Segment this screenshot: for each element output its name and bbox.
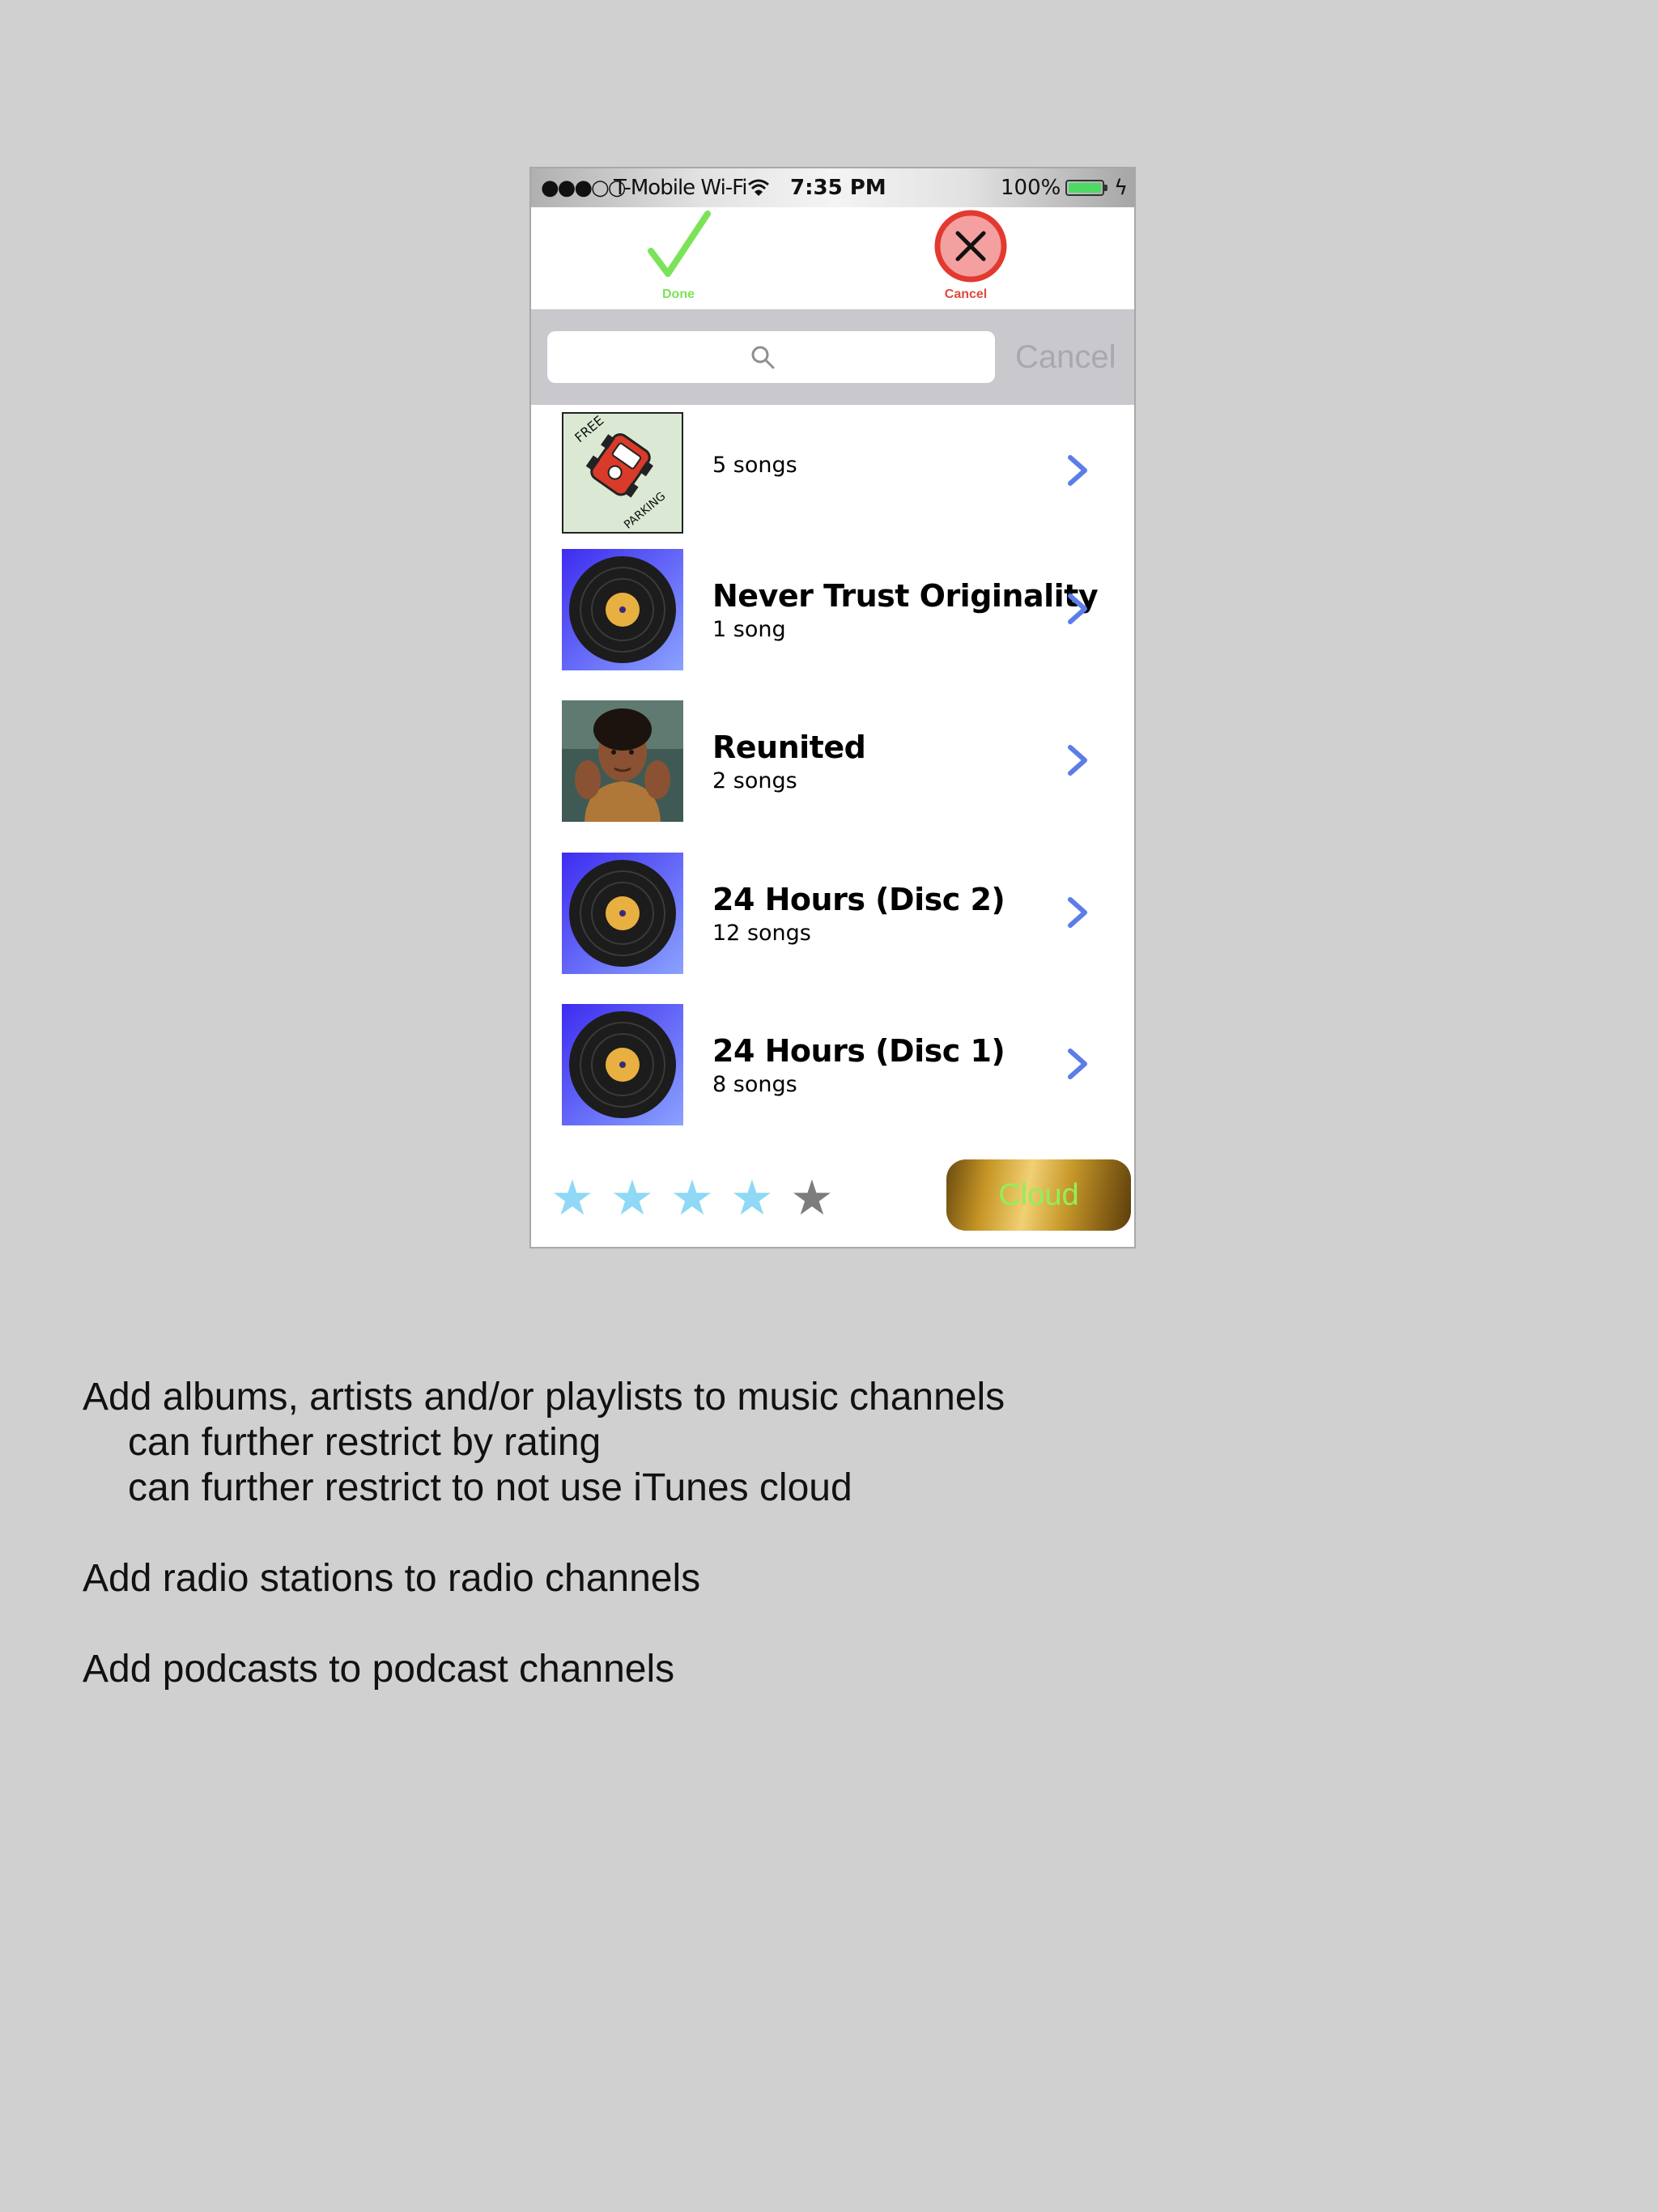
album-song-count: 2 songs xyxy=(712,768,797,793)
rating-star-3[interactable]: ★ xyxy=(670,1174,714,1223)
signal-strength: ●●●○○ xyxy=(541,176,626,200)
vinyl-record-art xyxy=(562,853,683,974)
top-toolbar: Done Cancel xyxy=(531,207,1134,309)
cloud-toggle-button[interactable]: Cloud xyxy=(946,1159,1131,1231)
portrait-photo-art xyxy=(562,700,683,822)
chevron-right-icon xyxy=(1068,455,1087,486)
album-title: 24 Hours (Disc 1) xyxy=(712,1033,1005,1069)
search-bar: Cancel xyxy=(531,309,1134,405)
battery-percent: 100% xyxy=(1001,176,1061,200)
album-song-count: 12 songs xyxy=(712,921,811,946)
free-parking-art: FREE PARKING xyxy=(562,412,683,534)
podcast-channels-note: Add podcasts to podcast channels xyxy=(83,1648,675,1691)
album-song-count: 5 songs xyxy=(712,453,797,478)
phone-screen: ●●●○○ T-Mobile Wi-Fi 7:35 PM 100% ϟ Done… xyxy=(529,167,1136,1249)
chevron-right-icon xyxy=(1068,1049,1087,1079)
search-cancel-button[interactable]: Cancel xyxy=(1015,309,1116,405)
vinyl-record-art xyxy=(562,1004,683,1125)
rating-restriction-note: can further restrict by rating xyxy=(128,1421,602,1464)
chevron-right-icon xyxy=(1068,745,1087,776)
battery-level-fill xyxy=(1069,183,1101,193)
checkmark-icon xyxy=(648,211,711,277)
rating-star-4[interactable]: ★ xyxy=(730,1174,774,1223)
bolt-icon: ϟ xyxy=(1114,176,1129,200)
music-channels-note: Add albums, artists and/or playlists to … xyxy=(83,1376,1005,1419)
album-title: 24 Hours (Disc 2) xyxy=(712,882,1005,917)
done-label: Done xyxy=(662,287,695,301)
search-input[interactable] xyxy=(596,331,988,385)
free-parking-text-top: FREE xyxy=(572,414,606,445)
cancel-label: Cancel xyxy=(944,287,988,301)
album-row-free-parking[interactable]: FREE PARKING 5 songs xyxy=(531,405,1134,549)
wifi-icon xyxy=(748,179,769,196)
done-button[interactable]: Done xyxy=(626,207,731,309)
album-row[interactable]: 24 Hours (Disc 2) 12 songs xyxy=(531,853,1134,1004)
rating-star-2[interactable]: ★ xyxy=(610,1174,654,1223)
carrier-name: T-Mobile Wi-Fi xyxy=(614,176,747,200)
clock: 7:35 PM xyxy=(790,176,886,200)
rating-star-1[interactable]: ★ xyxy=(551,1174,594,1223)
album-title: Never Trust Originality xyxy=(712,578,1099,614)
x-circle-icon xyxy=(934,210,1007,283)
cancel-button[interactable]: Cancel xyxy=(913,207,1018,309)
description-text: Add albums, artists and/or playlists to … xyxy=(83,1375,1005,1692)
album-row[interactable]: Never Trust Originality 1 song xyxy=(531,549,1134,700)
status-bar: ●●●○○ T-Mobile Wi-Fi 7:35 PM 100% ϟ xyxy=(531,168,1134,207)
album-row[interactable]: 24 Hours (Disc 1) 8 songs xyxy=(531,1004,1134,1150)
album-song-count: 8 songs xyxy=(712,1072,797,1097)
bottom-bar: ★ ★ ★ ★ ★ Cloud xyxy=(531,1150,1134,1247)
album-title: Reunited xyxy=(712,730,866,765)
album-song-count: 1 song xyxy=(712,617,786,642)
search-field[interactable] xyxy=(547,331,995,385)
chevron-right-icon xyxy=(1068,897,1087,928)
vinyl-record-art xyxy=(562,549,683,670)
album-list[interactable]: FREE PARKING 5 songs Never Trust Origina… xyxy=(531,405,1134,1150)
radio-channels-note: Add radio stations to radio channels xyxy=(83,1557,701,1600)
free-parking-text-bottom: PARKING xyxy=(622,490,668,532)
car-icon: FREE PARKING xyxy=(572,414,668,532)
cloud-restriction-note: can further restrict to not use iTunes c… xyxy=(128,1466,852,1509)
battery-nub xyxy=(1104,185,1107,191)
battery-icon xyxy=(1065,180,1104,196)
rating-star-5[interactable]: ★ xyxy=(790,1174,834,1223)
album-row[interactable]: Reunited 2 songs xyxy=(531,700,1134,852)
chevron-right-icon xyxy=(1068,593,1087,624)
